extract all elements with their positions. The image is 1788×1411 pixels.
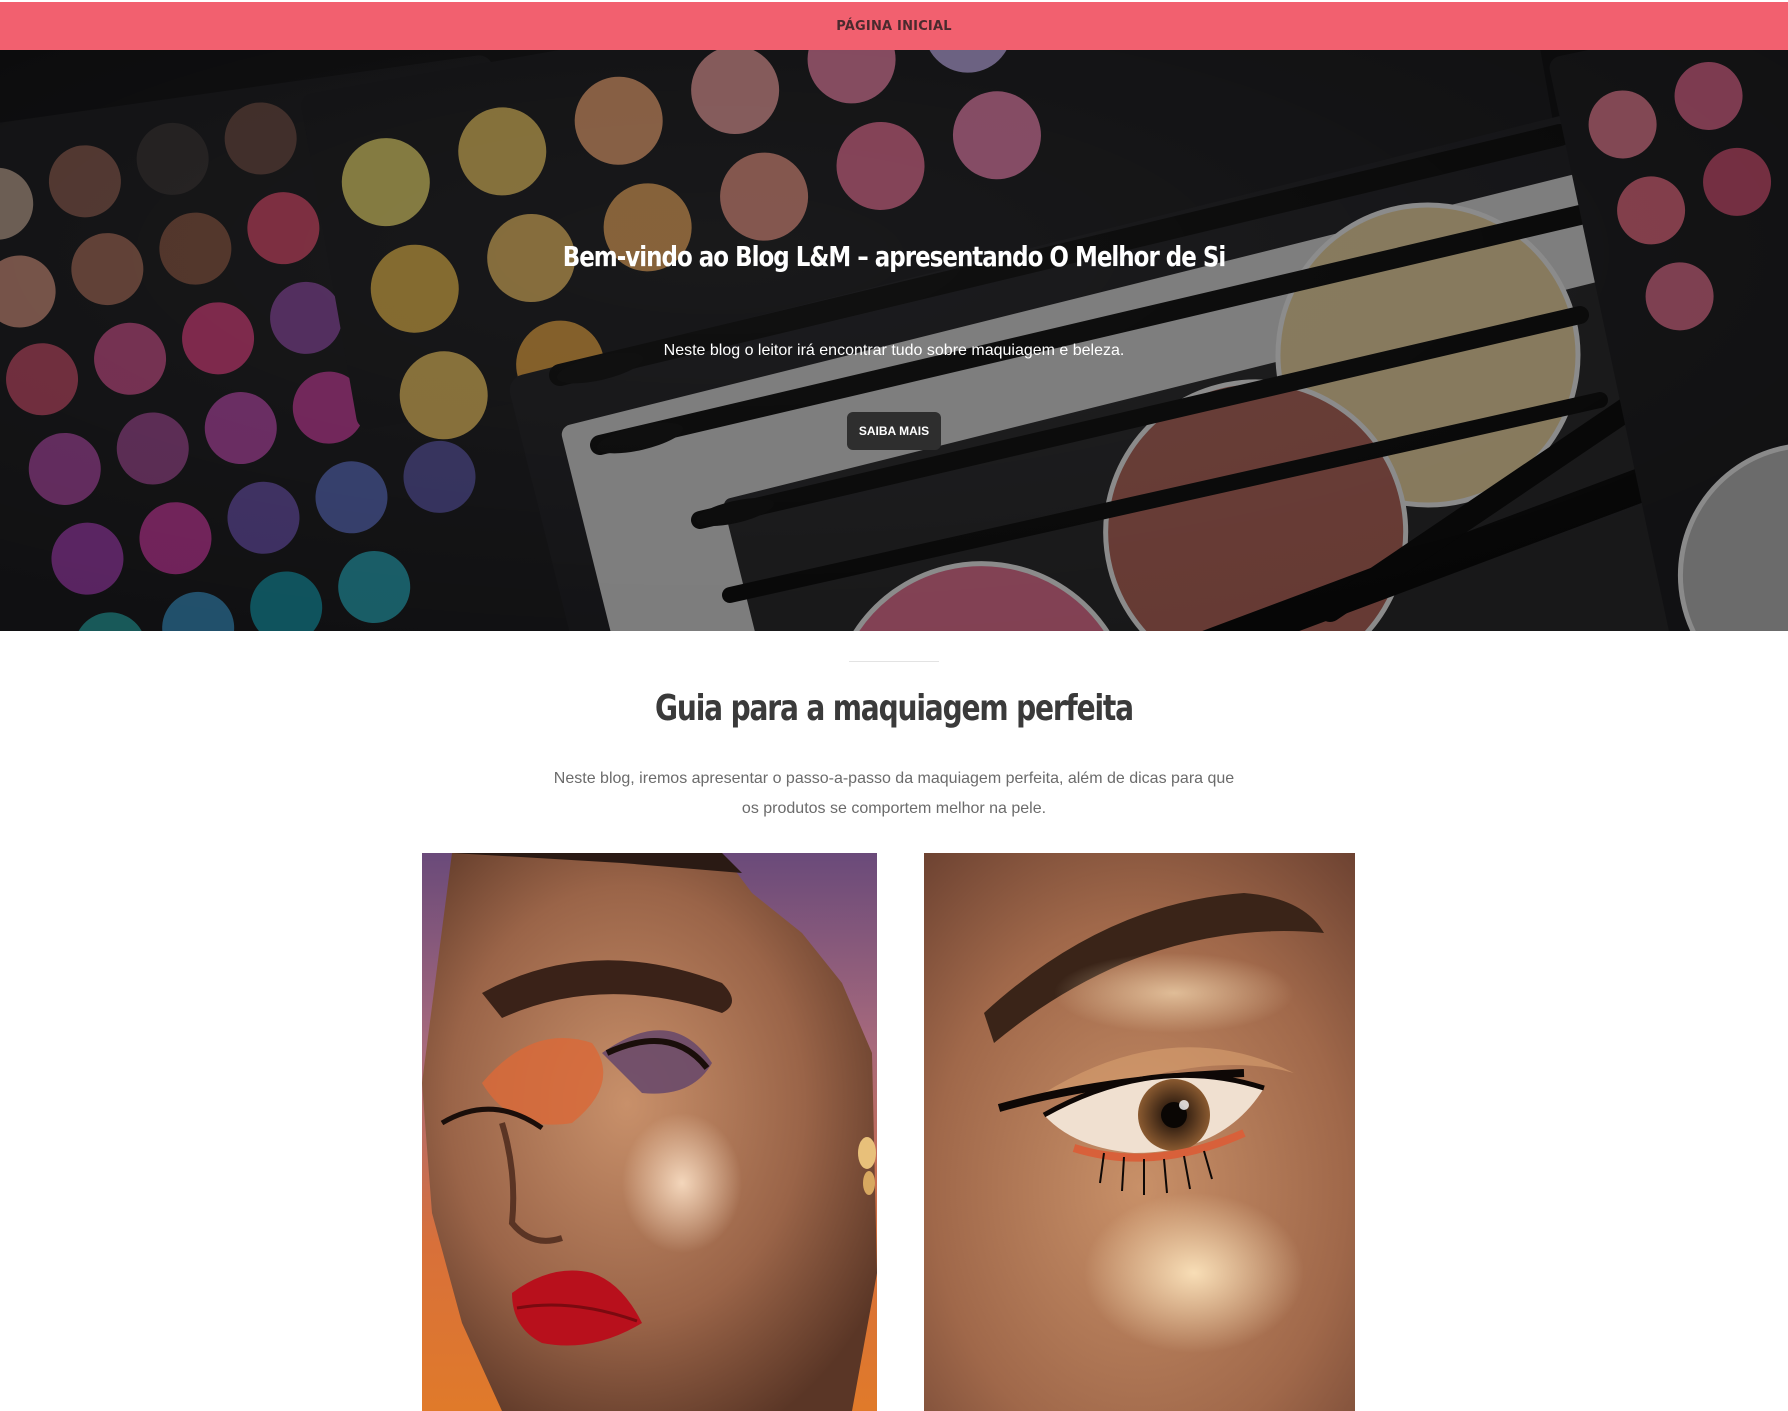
section-title: Guia para a maquiagem perfeita — [655, 688, 1134, 729]
section-description: Neste blog, iremos apresentar o passo-a-… — [553, 770, 1235, 817]
section-divider — [849, 661, 939, 662]
makeup-face-photo — [422, 853, 877, 1411]
top-nav-bar: PÁGINA INICIAL — [0, 0, 1788, 50]
hero-subtitle: Neste blog o leitor irá encontrar tudo s… — [663, 342, 1125, 359]
eye-makeup-photo — [924, 853, 1355, 1411]
nav-home-link[interactable]: PÁGINA INICIAL — [836, 19, 951, 34]
hero-title: Bem-vindo ao Blog L&M – apresentando O M… — [562, 240, 1227, 273]
hero-dark-overlay — [0, 50, 1788, 631]
saiba-mais-button[interactable]: SAIBA MAIS — [847, 412, 941, 450]
hero-banner: Bem-vindo ao Blog L&M – apresentando O M… — [0, 50, 1788, 631]
